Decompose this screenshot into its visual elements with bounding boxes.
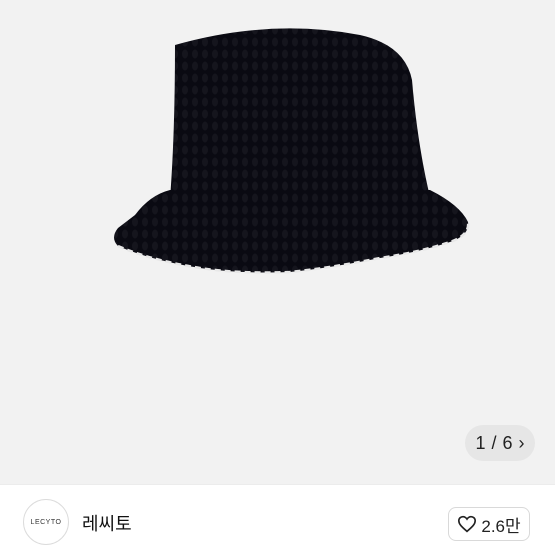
avatar-logo-text: LECYTO [30,518,62,526]
pager-total: 6 [502,432,513,453]
hat-brim [114,190,469,273]
like-count: 2.6만 [481,516,521,536]
seller-name[interactable]: 레씨토 [82,510,132,536]
seller-avatar[interactable]: LECYTO [23,499,69,545]
bucket-hat-illustration [114,28,470,274]
chevron-right-icon[interactable]: › [519,433,525,454]
pager-current: 1 [475,432,486,453]
product-image[interactable]: 1 / 6 › [0,0,555,484]
like-button[interactable]: 2.6만 [448,507,530,541]
heart-outline-icon [458,515,477,533]
seller-bar: LECYTO 레씨토 2.6만 [0,484,555,556]
image-pager[interactable]: 1 / 6 › [465,425,535,461]
pager-separator: / [491,432,497,453]
